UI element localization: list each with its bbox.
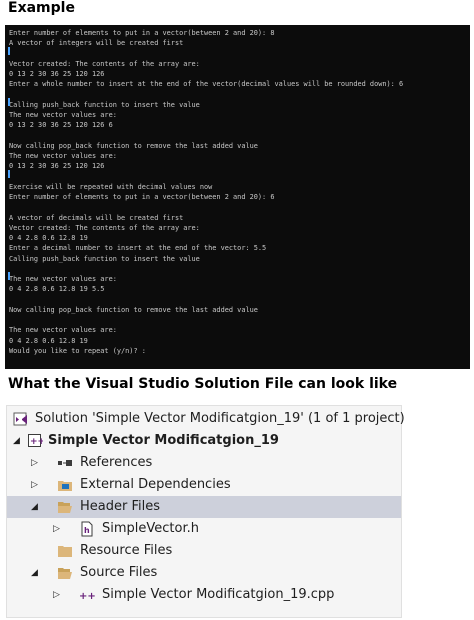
expand-arrow-icon[interactable]: ▷: [53, 589, 63, 601]
tree-item-label: Source Files: [80, 565, 158, 580]
console-line: Calling push_back function to insert the…: [9, 254, 200, 263]
console-cursor-marker: [8, 170, 10, 178]
console-line: Now calling pop_back function to remove …: [9, 305, 258, 314]
console-cursor-marker: [8, 47, 10, 55]
console-window[interactable]: Enter number of elements to put in a vec…: [5, 25, 470, 369]
svg-text:++: ++: [79, 591, 95, 602]
tree-item-label: Header Files: [80, 499, 160, 514]
collapse-arrow-icon[interactable]: ◢: [31, 567, 41, 579]
console-line: Enter a decimal number to insert at the …: [9, 244, 267, 253]
console-line: Enter number of elements to put in a vec…: [9, 193, 275, 201]
tree-item-label: References: [80, 455, 153, 470]
tree-item-source-files[interactable]: ◢ Source Files: [7, 562, 401, 584]
console-line: The new vector values are:: [9, 326, 117, 335]
console-line: Enter number of elements to put in a vec…: [9, 29, 275, 37]
example-heading: Example: [8, 0, 75, 16]
console-line: 0 13 2 30 36 25 120 126: [9, 162, 105, 171]
console-line: 0 13 2 30 36 25 120 126 6: [9, 121, 113, 130]
header-file-icon: h: [79, 521, 95, 537]
folder-open-icon: [57, 565, 73, 581]
cpp-project-icon: ++: [27, 433, 45, 449]
collapse-arrow-icon[interactable]: ◢: [31, 501, 41, 513]
solution-explorer-tree: Solution 'Simple Vector Modificatgion_19…: [6, 405, 405, 618]
svg-text:++: ++: [30, 437, 43, 447]
tree-item-label: External Dependencies: [80, 477, 231, 492]
console-line: The new vector values are:: [9, 111, 117, 119]
tree-item-project[interactable]: ◢ ++ Simple Vector Modificatgion_19: [7, 430, 401, 452]
folder-icon: [57, 543, 73, 559]
svg-text:h: h: [84, 526, 90, 535]
console-line: The new vector values are:: [9, 275, 117, 283]
tree-item-resource-files[interactable]: Resource Files: [7, 540, 401, 562]
references-icon: [57, 455, 73, 471]
folder-open-icon: [57, 499, 73, 515]
solution-icon: [13, 411, 29, 427]
tree-item-label: Simple Vector Modificatgion_19: [48, 433, 279, 448]
console-line: 0 4 2.8 0.6 12.8 19: [9, 234, 88, 242]
cpp-file-icon: ++: [79, 587, 96, 603]
expand-arrow-icon[interactable]: ▷: [31, 479, 41, 491]
tree-item-label: Simple Vector Modificatgion_19.cpp: [102, 587, 335, 602]
tree-item-cpp-file[interactable]: ▷ ++ Simple Vector Modificatgion_19.cpp: [7, 584, 401, 606]
console-line: A vector of integers will be created fir…: [9, 39, 184, 48]
console-line: 0 13 2 30 36 25 120 126: [9, 70, 105, 78]
solution-heading: What the Visual Studio Solution File can…: [8, 376, 398, 392]
tree-item-label: SimpleVector.h: [102, 521, 199, 536]
console-cursor-marker: [8, 98, 10, 106]
console-line: Calling push_back function to insert the…: [9, 100, 200, 109]
tree-item-external-dependencies[interactable]: ▷ External Dependencies: [7, 474, 401, 496]
tree-item-label: Solution 'Simple Vector Modificatgion_19…: [35, 411, 405, 426]
collapse-arrow-icon[interactable]: ◢: [13, 435, 23, 447]
console-line: 0 4 2.8 0.6 12.8 19: [9, 336, 88, 345]
console-line: A vector of decimals will be created fir…: [9, 213, 184, 222]
tree-item-solution[interactable]: Solution 'Simple Vector Modificatgion_19…: [7, 408, 405, 430]
tree-item-simplevector-h[interactable]: ▷ h SimpleVector.h: [7, 518, 401, 540]
console-line: Now calling pop_back function to remove …: [9, 141, 258, 150]
console-output: Enter number of elements to put in a vec…: [5, 25, 470, 356]
tree-item-references[interactable]: ▷ References: [7, 452, 401, 474]
console-line: Vector created: The contents of the arra…: [9, 223, 200, 232]
tree-item-header-files[interactable]: ◢ Header Files: [7, 496, 401, 518]
expand-arrow-icon[interactable]: ▷: [53, 523, 63, 535]
console-line: Enter a whole number to insert at the en…: [9, 80, 404, 89]
external-dependencies-icon: [57, 477, 73, 493]
console-cursor-marker: [8, 272, 10, 280]
console-line: 0 4 2.8 0.6 12.8 19 5.5: [9, 285, 105, 294]
expand-arrow-icon[interactable]: ▷: [31, 457, 41, 469]
console-line: The new vector values are:: [9, 152, 117, 160]
console-line: Would you like to repeat (y/n)? :: [9, 346, 146, 355]
console-line: Vector created: The contents of the arra…: [9, 59, 200, 68]
tree-item-label: Resource Files: [80, 543, 173, 558]
console-line: Exercise will be repeated with decimal v…: [9, 182, 213, 191]
